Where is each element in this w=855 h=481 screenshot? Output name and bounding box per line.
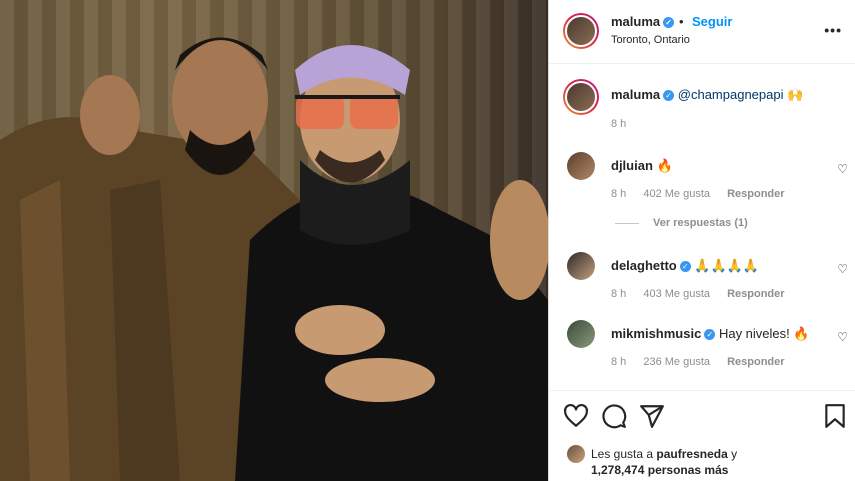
commenter-avatar[interactable] bbox=[567, 152, 595, 180]
commenter-avatar[interactable] bbox=[567, 252, 595, 280]
post-header: maluma ✓ • Seguir Toronto, Ontario ••• bbox=[549, 0, 855, 64]
liker-username[interactable]: paufresneda bbox=[656, 447, 727, 461]
separator-dot: • bbox=[679, 14, 684, 29]
follow-button[interactable]: Seguir bbox=[692, 14, 732, 29]
verified-icon: ✓ bbox=[663, 90, 675, 102]
commenter-username[interactable]: djluian bbox=[611, 158, 653, 173]
comment-likes[interactable]: 403 Me gusta bbox=[643, 288, 710, 300]
save-icon[interactable] bbox=[822, 403, 848, 429]
comment-time[interactable]: 8 h bbox=[611, 356, 626, 368]
post-photo[interactable] bbox=[0, 0, 548, 481]
comment-time[interactable]: 8 h bbox=[611, 288, 626, 300]
divider-line bbox=[615, 222, 639, 224]
comment-likes[interactable]: 402 Me gusta bbox=[643, 188, 710, 200]
caption-mention[interactable]: @champagnepapi bbox=[678, 87, 784, 102]
caption-avatar[interactable] bbox=[563, 79, 599, 115]
liker-avatar[interactable] bbox=[567, 445, 585, 463]
verified-icon: ✓ bbox=[663, 17, 675, 29]
post-sidebar: maluma ✓ • Seguir Toronto, Ontario ••• ma… bbox=[548, 0, 855, 481]
likes-count[interactable]: 1,278,474 bbox=[591, 463, 644, 477]
verified-icon: ✓ bbox=[704, 329, 716, 341]
comment-text: mikmishmusic ✓ Hay niveles! 🔥 bbox=[611, 326, 810, 341]
comment-meta: 8 h 236 Me gusta Responder bbox=[611, 356, 799, 368]
comment-meta: 8 h 403 Me gusta Responder bbox=[611, 288, 799, 300]
comment-time[interactable]: 8 h bbox=[611, 188, 626, 200]
comment-item: djluian 🔥 8 h 402 Me gusta Responder ♡ bbox=[549, 152, 855, 212]
view-replies-button[interactable]: Ver respuestas (1) bbox=[615, 217, 748, 229]
heart-icon[interactable] bbox=[563, 403, 589, 429]
comment-meta: 8 h 402 Me gusta Responder bbox=[611, 188, 799, 200]
action-bar: Les gusta a paufresneda y 1,278,474 pers… bbox=[549, 390, 855, 481]
comment-likes[interactable]: 236 Me gusta bbox=[643, 356, 710, 368]
reply-button[interactable]: Responder bbox=[727, 288, 784, 300]
commenter-username[interactable]: delaghetto bbox=[611, 258, 677, 273]
verified-icon: ✓ bbox=[679, 261, 691, 273]
heart-icon[interactable]: ♡ bbox=[837, 330, 848, 344]
more-options-icon[interactable]: ••• bbox=[824, 22, 842, 38]
caption: maluma ✓ @champagnepapi 🙌 bbox=[611, 87, 803, 103]
heart-icon[interactable]: ♡ bbox=[837, 262, 848, 276]
reply-button[interactable]: Responder bbox=[727, 188, 784, 200]
likes-summary: Les gusta a paufresneda y 1,278,474 pers… bbox=[591, 447, 738, 477]
reply-button[interactable]: Responder bbox=[727, 356, 784, 368]
post-location[interactable]: Toronto, Ontario bbox=[611, 34, 690, 46]
caption-username[interactable]: maluma bbox=[611, 87, 660, 102]
commenter-username[interactable]: mikmishmusic bbox=[611, 326, 701, 341]
comment-text: delaghetto ✓ 🙏🙏🙏🙏 bbox=[611, 258, 760, 273]
comment-item: delaghetto ✓ 🙏🙏🙏🙏 8 h 403 Me gusta Respon… bbox=[549, 252, 855, 312]
share-icon[interactable] bbox=[639, 403, 665, 429]
heart-icon[interactable]: ♡ bbox=[837, 162, 848, 176]
photo-figures bbox=[0, 37, 548, 481]
caption-timestamp[interactable]: 8 h bbox=[611, 118, 626, 130]
comment-text: djluian 🔥 bbox=[611, 158, 673, 173]
caption-emoji: 🙌 bbox=[787, 87, 804, 102]
author-avatar[interactable] bbox=[563, 13, 599, 49]
comment-icon[interactable] bbox=[601, 403, 627, 429]
comment-item: mikmishmusic ✓ Hay niveles! 🔥 8 h 236 Me … bbox=[549, 320, 855, 380]
author-username[interactable]: maluma ✓ bbox=[611, 14, 675, 29]
comments-list[interactable]: maluma ✓ @champagnepapi 🙌 8 h djluian 🔥 8… bbox=[549, 64, 855, 390]
commenter-avatar[interactable] bbox=[567, 320, 595, 348]
